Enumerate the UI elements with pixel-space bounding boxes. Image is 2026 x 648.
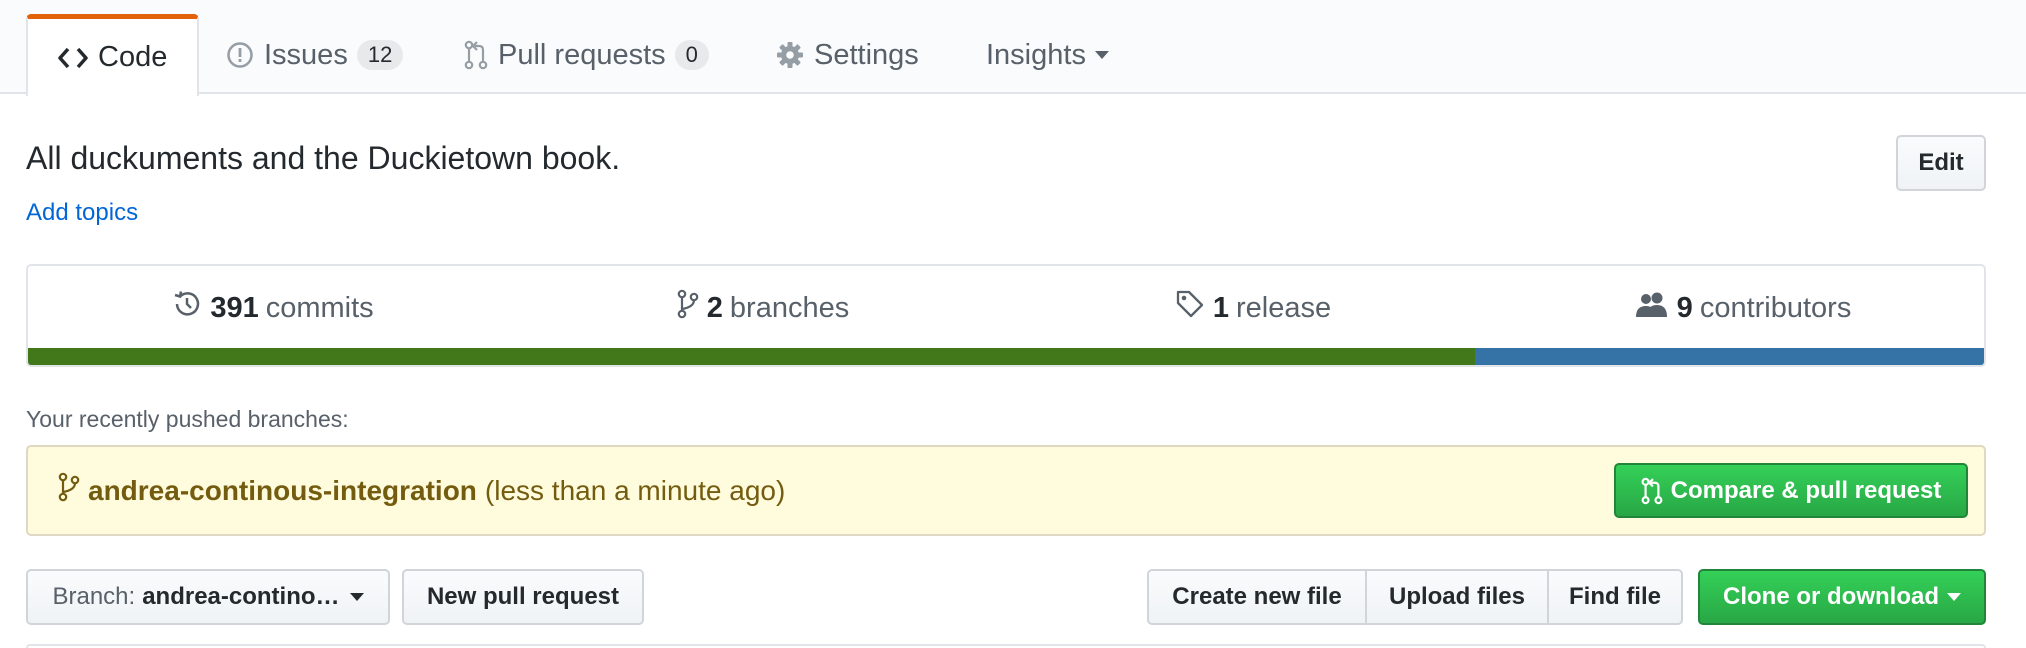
tab-insights[interactable]: Insights (986, 14, 1109, 96)
contributors-link[interactable]: 9 contributors (1498, 266, 1984, 350)
tag-icon (1175, 289, 1205, 327)
tab-label: Insights (986, 38, 1086, 71)
contributors-count: 9 (1676, 291, 1693, 324)
create-new-file-button[interactable]: Create new file (1147, 569, 1367, 625)
upload-files-button[interactable]: Upload files (1365, 569, 1549, 625)
recent-branch-info: andrea-continous-integration (less than … (58, 447, 785, 534)
commits-link[interactable]: 391 commits (28, 266, 518, 350)
pull-request-icon (1641, 477, 1663, 505)
tab-label: Pull requests (498, 38, 666, 71)
releases-count: 1 (1212, 291, 1229, 324)
repo-nav: Code Issues 12 Pull requests 0 Settings … (0, 0, 2026, 96)
file-actions-group: Create new file Upload files Find file (1147, 569, 1683, 625)
tab-settings[interactable]: Settings (776, 14, 919, 96)
pull-request-icon (464, 40, 488, 70)
numbers-summary: 391 commits 2 branches 1 release 9 contr… (26, 264, 1986, 367)
contributors-label: contributors (1699, 291, 1852, 324)
language-segment-2[interactable] (1475, 348, 1984, 365)
tab-label: Issues (264, 38, 348, 71)
branch-icon (677, 289, 699, 327)
repo-description: All duckuments and the Duckietown book. (26, 140, 621, 176)
clone-label: Clone or download (1723, 583, 1939, 610)
branch-select-label: Branch: (52, 583, 136, 610)
chevron-down-icon (349, 593, 364, 601)
recent-branch-name[interactable]: andrea-continous-integration (88, 475, 477, 507)
branch-select-value: andrea-contino… (142, 583, 340, 610)
language-segment-1[interactable] (28, 348, 1476, 365)
find-file-button[interactable]: Find file (1547, 569, 1683, 625)
code-icon (58, 46, 88, 70)
recent-branches-heading: Your recently pushed branches: (26, 406, 349, 432)
issues-count: 12 (356, 40, 404, 70)
pull-requests-count: 0 (674, 40, 709, 70)
tab-pull-requests[interactable]: Pull requests 0 (464, 14, 709, 96)
tab-code[interactable]: Code (26, 14, 200, 96)
new-pull-request-button[interactable]: New pull request (402, 569, 644, 625)
releases-link[interactable]: 1 release (1008, 266, 1498, 350)
commits-count: 391 (210, 291, 259, 324)
compare-label: Compare & pull request (1670, 476, 1942, 504)
file-list-top-border (26, 644, 1986, 648)
branches-count: 2 (706, 291, 723, 324)
chevron-down-icon (1947, 593, 1961, 601)
people-icon (1635, 290, 1669, 326)
gear-icon (776, 41, 804, 69)
tab-label: Settings (814, 38, 919, 71)
history-icon (172, 289, 202, 327)
branch-select-button[interactable]: Branch: andrea-contino… (26, 569, 390, 625)
branches-label: branches (729, 291, 850, 324)
compare-pull-request-button[interactable]: Compare & pull request (1614, 463, 1968, 518)
branch-icon (58, 472, 80, 509)
language-bar[interactable] (28, 348, 1984, 365)
edit-button[interactable]: Edit (1896, 135, 1986, 191)
commits-label: commits (265, 291, 374, 324)
branches-link[interactable]: 2 branches (518, 266, 1008, 350)
recent-branch-time: (less than a minute ago) (484, 474, 786, 506)
releases-label: release (1236, 291, 1332, 324)
add-topics-link[interactable]: Add topics (26, 199, 138, 227)
chevron-down-icon (1094, 51, 1109, 59)
recent-branch-notice: andrea-continous-integration (less than … (26, 445, 1986, 536)
tab-issues[interactable]: Issues 12 (226, 14, 404, 96)
clone-or-download-button[interactable]: Clone or download (1698, 569, 1986, 625)
tab-label: Code (98, 41, 168, 73)
issue-icon (226, 41, 254, 69)
